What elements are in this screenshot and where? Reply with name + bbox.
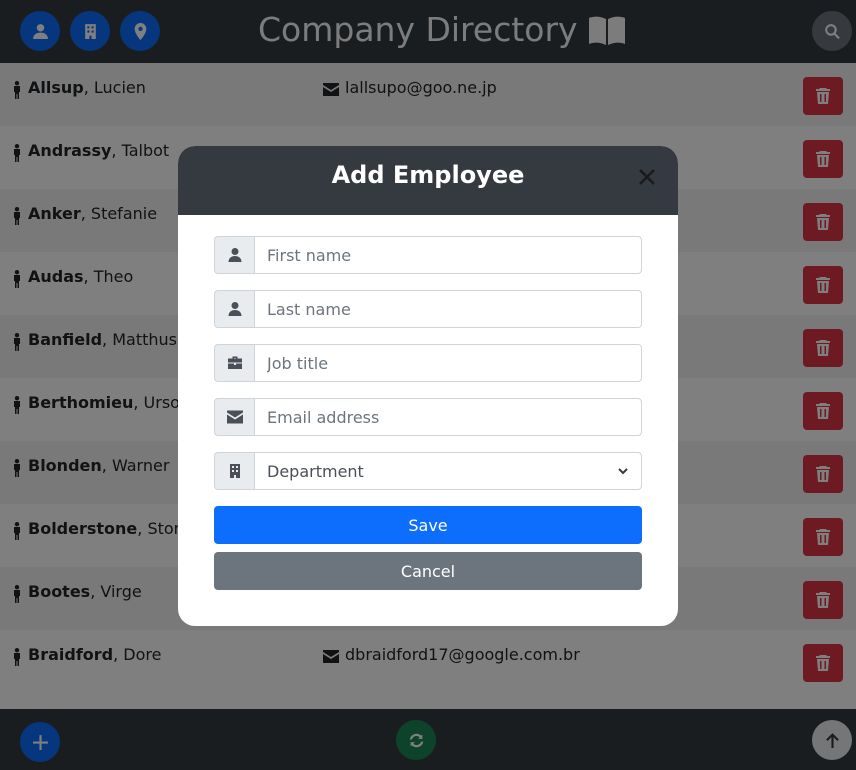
building-icon [229,464,240,478]
close-icon [639,169,655,185]
add-employee-modal: Add Employee First name Last name Job ti… [178,146,678,626]
first-name-group [214,236,642,274]
email-addon [214,398,254,436]
last-name-addon [214,290,254,328]
email-input[interactable] [254,398,642,436]
person-icon [228,248,241,262]
department-select-value: Department [267,461,364,481]
job-title-input[interactable] [254,344,642,382]
envelope-icon [226,410,243,424]
email-group [214,398,642,436]
modal-title: Add Employee [331,161,525,189]
job-title-group [214,344,642,382]
department-addon [214,452,254,490]
briefcase-icon [227,356,242,369]
modal-header: Add Employee [178,146,678,215]
first-name-addon [214,236,254,274]
cancel-button[interactable]: Cancel [214,552,642,590]
modal-body: Department Save Cancel [214,236,642,590]
first-name-input[interactable] [254,236,642,274]
chevron-down-icon [618,468,628,475]
department-group: Department [214,452,642,490]
last-name-group [214,290,642,328]
save-button[interactable]: Save [214,506,642,544]
close-button[interactable] [638,168,660,190]
last-name-input[interactable] [254,290,642,328]
job-title-addon [214,344,254,382]
department-select[interactable]: Department [254,452,642,490]
person-icon [228,302,241,316]
